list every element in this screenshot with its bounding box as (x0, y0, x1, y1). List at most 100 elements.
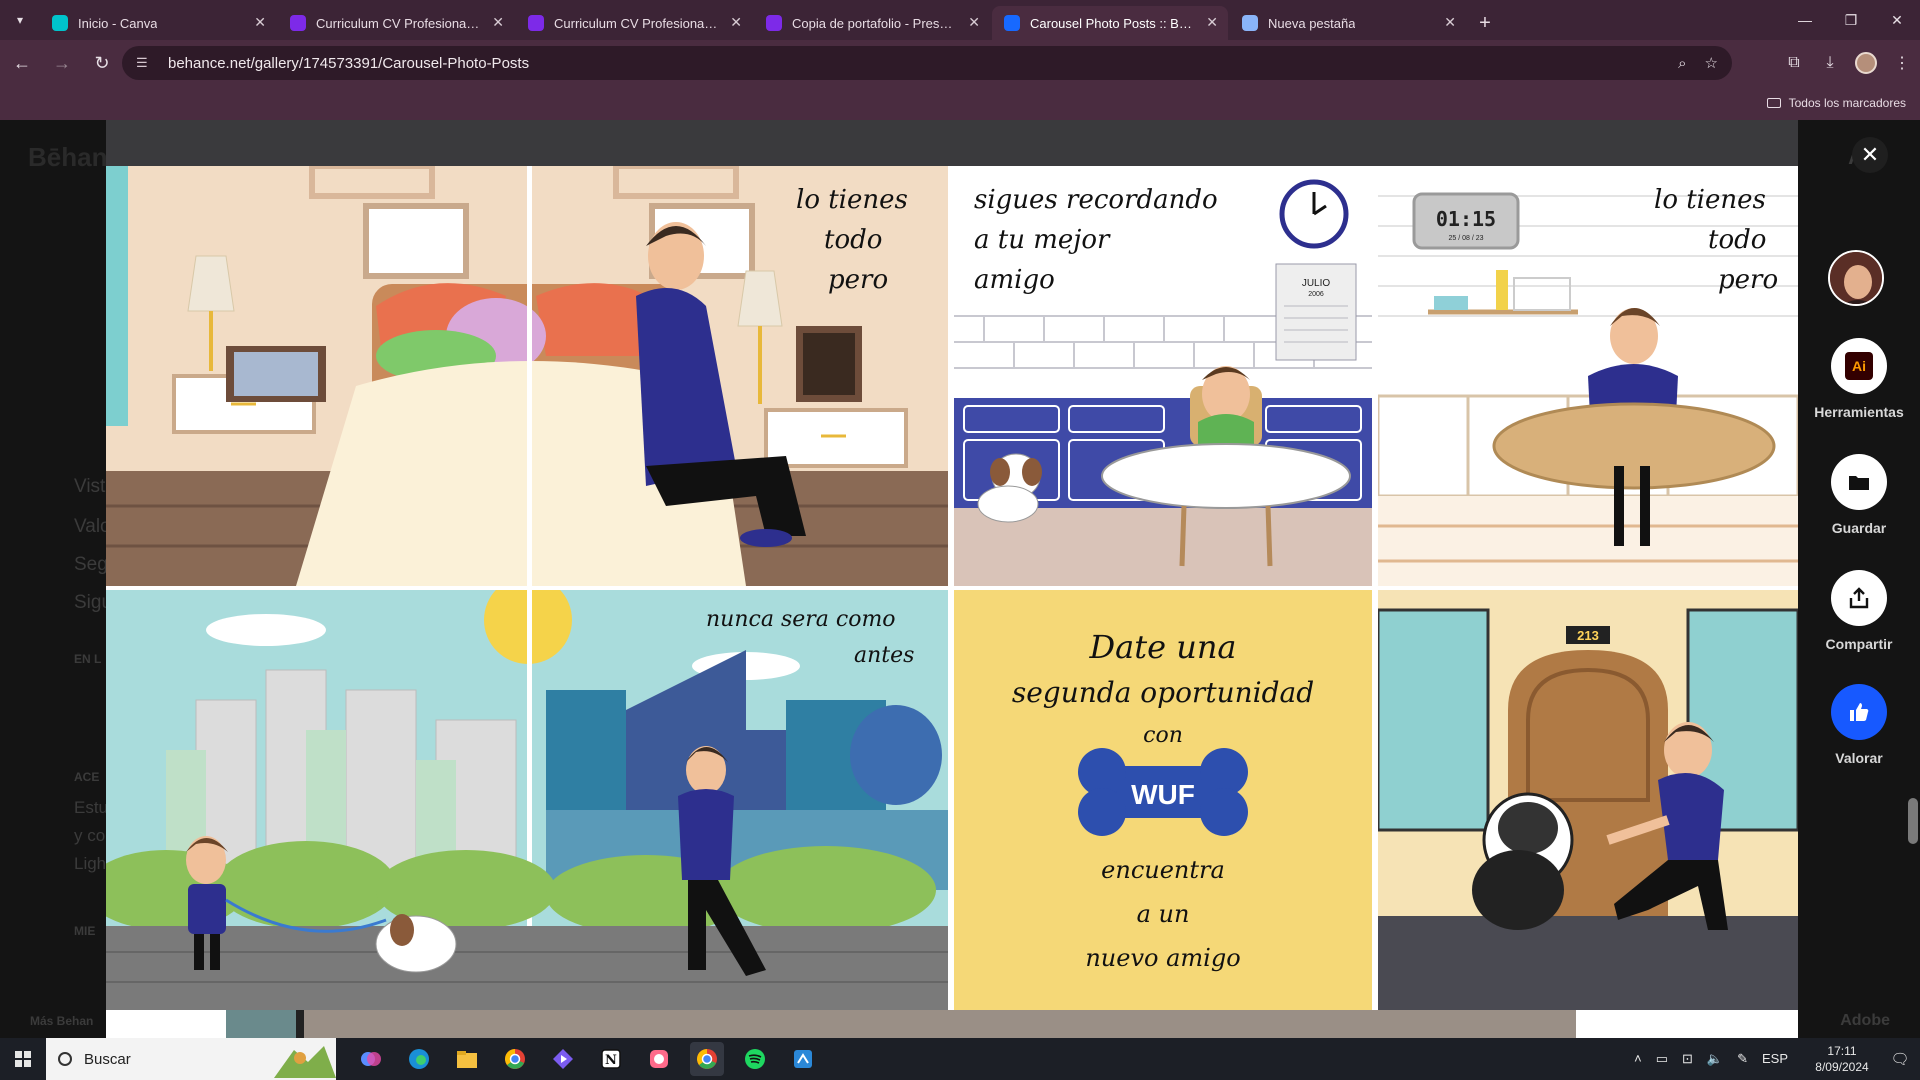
system-tray: ˄ ▭ ⊡ 🔈 ✎ ESP 17:11 8/09/2024 🗨 (1634, 1038, 1920, 1080)
download-icon[interactable]: ⤓ (1812, 54, 1848, 72)
browser-tab[interactable]: Inicio - Canva ✕ (40, 6, 276, 40)
bg-body-1: Estu (74, 798, 109, 817)
calendar-year: 2006 (1308, 291, 1324, 298)
save-button[interactable] (1831, 454, 1887, 510)
toolbar-right: ⧉ ⤓ ⋮ (1776, 40, 1920, 86)
share-button[interactable] (1831, 570, 1887, 626)
folder-icon (1766, 98, 1781, 108)
share-label: Compartir (1825, 636, 1893, 652)
bg-section-1: EN L (74, 652, 102, 666)
panel-city-walk: nunca sera como antes (106, 590, 948, 1010)
video-app-icon[interactable] (546, 1042, 580, 1076)
author-avatar[interactable] (1828, 250, 1884, 306)
clock[interactable]: 17:11 8/09/2024 (1804, 1043, 1880, 1075)
taskbar-search[interactable]: Buscar (46, 1038, 336, 1080)
panel2-line-1: sigues recordando (974, 185, 1218, 215)
panel2-line-3: amigo (974, 265, 1055, 295)
tools-button[interactable]: Ai (1831, 338, 1887, 394)
panel4-line-1: nunca sera como (706, 607, 896, 632)
wuf-line-5: a un (1137, 900, 1190, 928)
search-highlight-image (264, 1038, 336, 1080)
panel-dining-room: 01:15 25 / 08 / 23 lo tienes todo pero (1378, 166, 1798, 586)
folder-save-icon (1849, 476, 1869, 490)
panel-new-friend: 213 (1378, 590, 1798, 1010)
photo-app-icon[interactable] (642, 1042, 676, 1076)
network-icon[interactable]: ⊡ (1682, 1051, 1693, 1067)
reload-icon[interactable]: ↻ (84, 45, 120, 81)
notion-icon[interactable]: N (594, 1042, 628, 1076)
restore-icon[interactable]: ❐ (1828, 0, 1874, 40)
tab-title: Curriculum CV Profesional de M (554, 15, 718, 31)
chrome-icon[interactable] (498, 1042, 532, 1076)
browser-tab[interactable]: Curriculum CV Profesional de M ✕ (278, 6, 514, 40)
close-window-icon[interactable]: ✕ (1874, 0, 1920, 40)
pen-icon[interactable]: ✎ (1737, 1051, 1748, 1067)
digital-clock-time: 01:15 (1436, 207, 1496, 231)
tab-search-chevron-icon[interactable]: ▾ (0, 0, 40, 40)
chrome-profile-icon[interactable] (690, 1042, 724, 1076)
panel4-line-2: antes (854, 643, 914, 668)
chrome-menu-icon[interactable]: ⋮ (1884, 53, 1920, 73)
panel1-line-1: lo tienes (796, 185, 908, 215)
site-info-icon[interactable]: ☰ (136, 55, 154, 71)
tools-label: Herramientas (1814, 404, 1904, 420)
forward-arrow-icon[interactable]: → (44, 45, 80, 81)
notification-icon[interactable]: 🗨 (1880, 1050, 1920, 1068)
volume-icon[interactable]: 🔈 (1707, 1051, 1723, 1067)
wuf-line-3: con (1143, 723, 1183, 748)
profile-avatar[interactable] (1855, 52, 1877, 74)
browser-tab[interactable]: Curriculum CV Profesional de M ✕ (516, 6, 752, 40)
share-icon (1849, 587, 1869, 609)
door-number: 213 (1577, 628, 1599, 643)
wuf-line-1: Date una (1089, 628, 1237, 666)
panel-kitchen-memory: JULIO 2006 sigues recordando a tu mejor … (954, 166, 1372, 586)
edge-icon[interactable] (402, 1042, 436, 1076)
project-image: lo tienes todo pero JULIO 2006 sigues re… (106, 166, 1798, 1010)
search-placeholder: Buscar (84, 1050, 131, 1068)
tab-title: Inicio - Canva (78, 15, 158, 31)
bookmark-star-icon[interactable]: ☆ (1705, 54, 1718, 72)
zoom-icon[interactable]: ⌕ (1678, 55, 1686, 72)
appreciate-action[interactable]: Valorar (1798, 684, 1920, 766)
windows-taskbar: Buscar N ˄ ▭ ⊡ 🔈 ✎ ESP 17:11 8/09/2024 🗨 (0, 1038, 1920, 1080)
url-text: behance.net/gallery/174573391/Carousel-P… (168, 54, 530, 72)
clock-date: 8/09/2024 (1815, 1060, 1869, 1074)
minimize-icon[interactable]: — (1782, 0, 1828, 40)
tabs-container: Inicio - Canva ✕ Curriculum CV Profesional… (40, 0, 1468, 40)
bookmarks-bar: Todos los marcadores (0, 86, 1920, 120)
browser-tab[interactable]: Nueva pestaña ✕ (1230, 6, 1466, 40)
action-rail: Ai Herramientas Guardar Compartir Valora… (1798, 120, 1920, 1038)
browser-tab[interactable]: Copia de portafolio - Presentac ✕ (754, 6, 990, 40)
copilot-icon[interactable] (354, 1042, 388, 1076)
tab-title: Carousel Photo Posts :: Behance (1030, 15, 1194, 31)
tab-close-icon[interactable]: ✕ (1206, 14, 1218, 31)
tab-favicon-icon (1242, 15, 1258, 31)
language-indicator[interactable]: ESP (1762, 1051, 1788, 1067)
appreciate-button[interactable] (1831, 684, 1887, 740)
start-button[interactable] (0, 1038, 46, 1080)
tray-device-icon[interactable]: ▭ (1656, 1051, 1668, 1067)
tray-chevron-icon[interactable]: ˄ (1634, 1051, 1642, 1067)
save-action[interactable]: Guardar (1798, 454, 1920, 536)
spotify-icon[interactable] (738, 1042, 772, 1076)
tab-close-icon[interactable]: ✕ (492, 14, 504, 31)
appreciate-label: Valorar (1835, 750, 1883, 766)
omnibox-actions: ⌕ ☆ (1678, 46, 1718, 80)
tools-action[interactable]: Ai Herramientas (1798, 338, 1920, 420)
tab-close-icon[interactable]: ✕ (730, 14, 742, 31)
address-bar[interactable]: ☰ behance.net/gallery/174573391/Carousel… (122, 46, 1732, 80)
tab-close-icon[interactable]: ✕ (254, 14, 266, 31)
store-app-icon[interactable] (786, 1042, 820, 1076)
extensions-puzzle-icon[interactable]: ⧉ (1776, 54, 1812, 72)
share-action[interactable]: Compartir (1798, 570, 1920, 652)
tab-close-icon[interactable]: ✕ (1444, 14, 1456, 31)
file-explorer-icon[interactable] (450, 1042, 484, 1076)
tab-close-icon[interactable]: ✕ (968, 14, 980, 31)
browser-tab[interactable]: Carousel Photo Posts :: Behance ✕ (992, 6, 1228, 40)
all-bookmarks-link[interactable]: Todos los marcadores (1789, 96, 1906, 110)
tab-favicon-icon (290, 15, 306, 31)
calendar-month: JULIO (1302, 278, 1331, 289)
back-arrow-icon[interactable]: ← (4, 45, 40, 81)
new-tab-plus-icon[interactable]: + (1468, 6, 1502, 40)
lightbox-header (106, 120, 1798, 166)
